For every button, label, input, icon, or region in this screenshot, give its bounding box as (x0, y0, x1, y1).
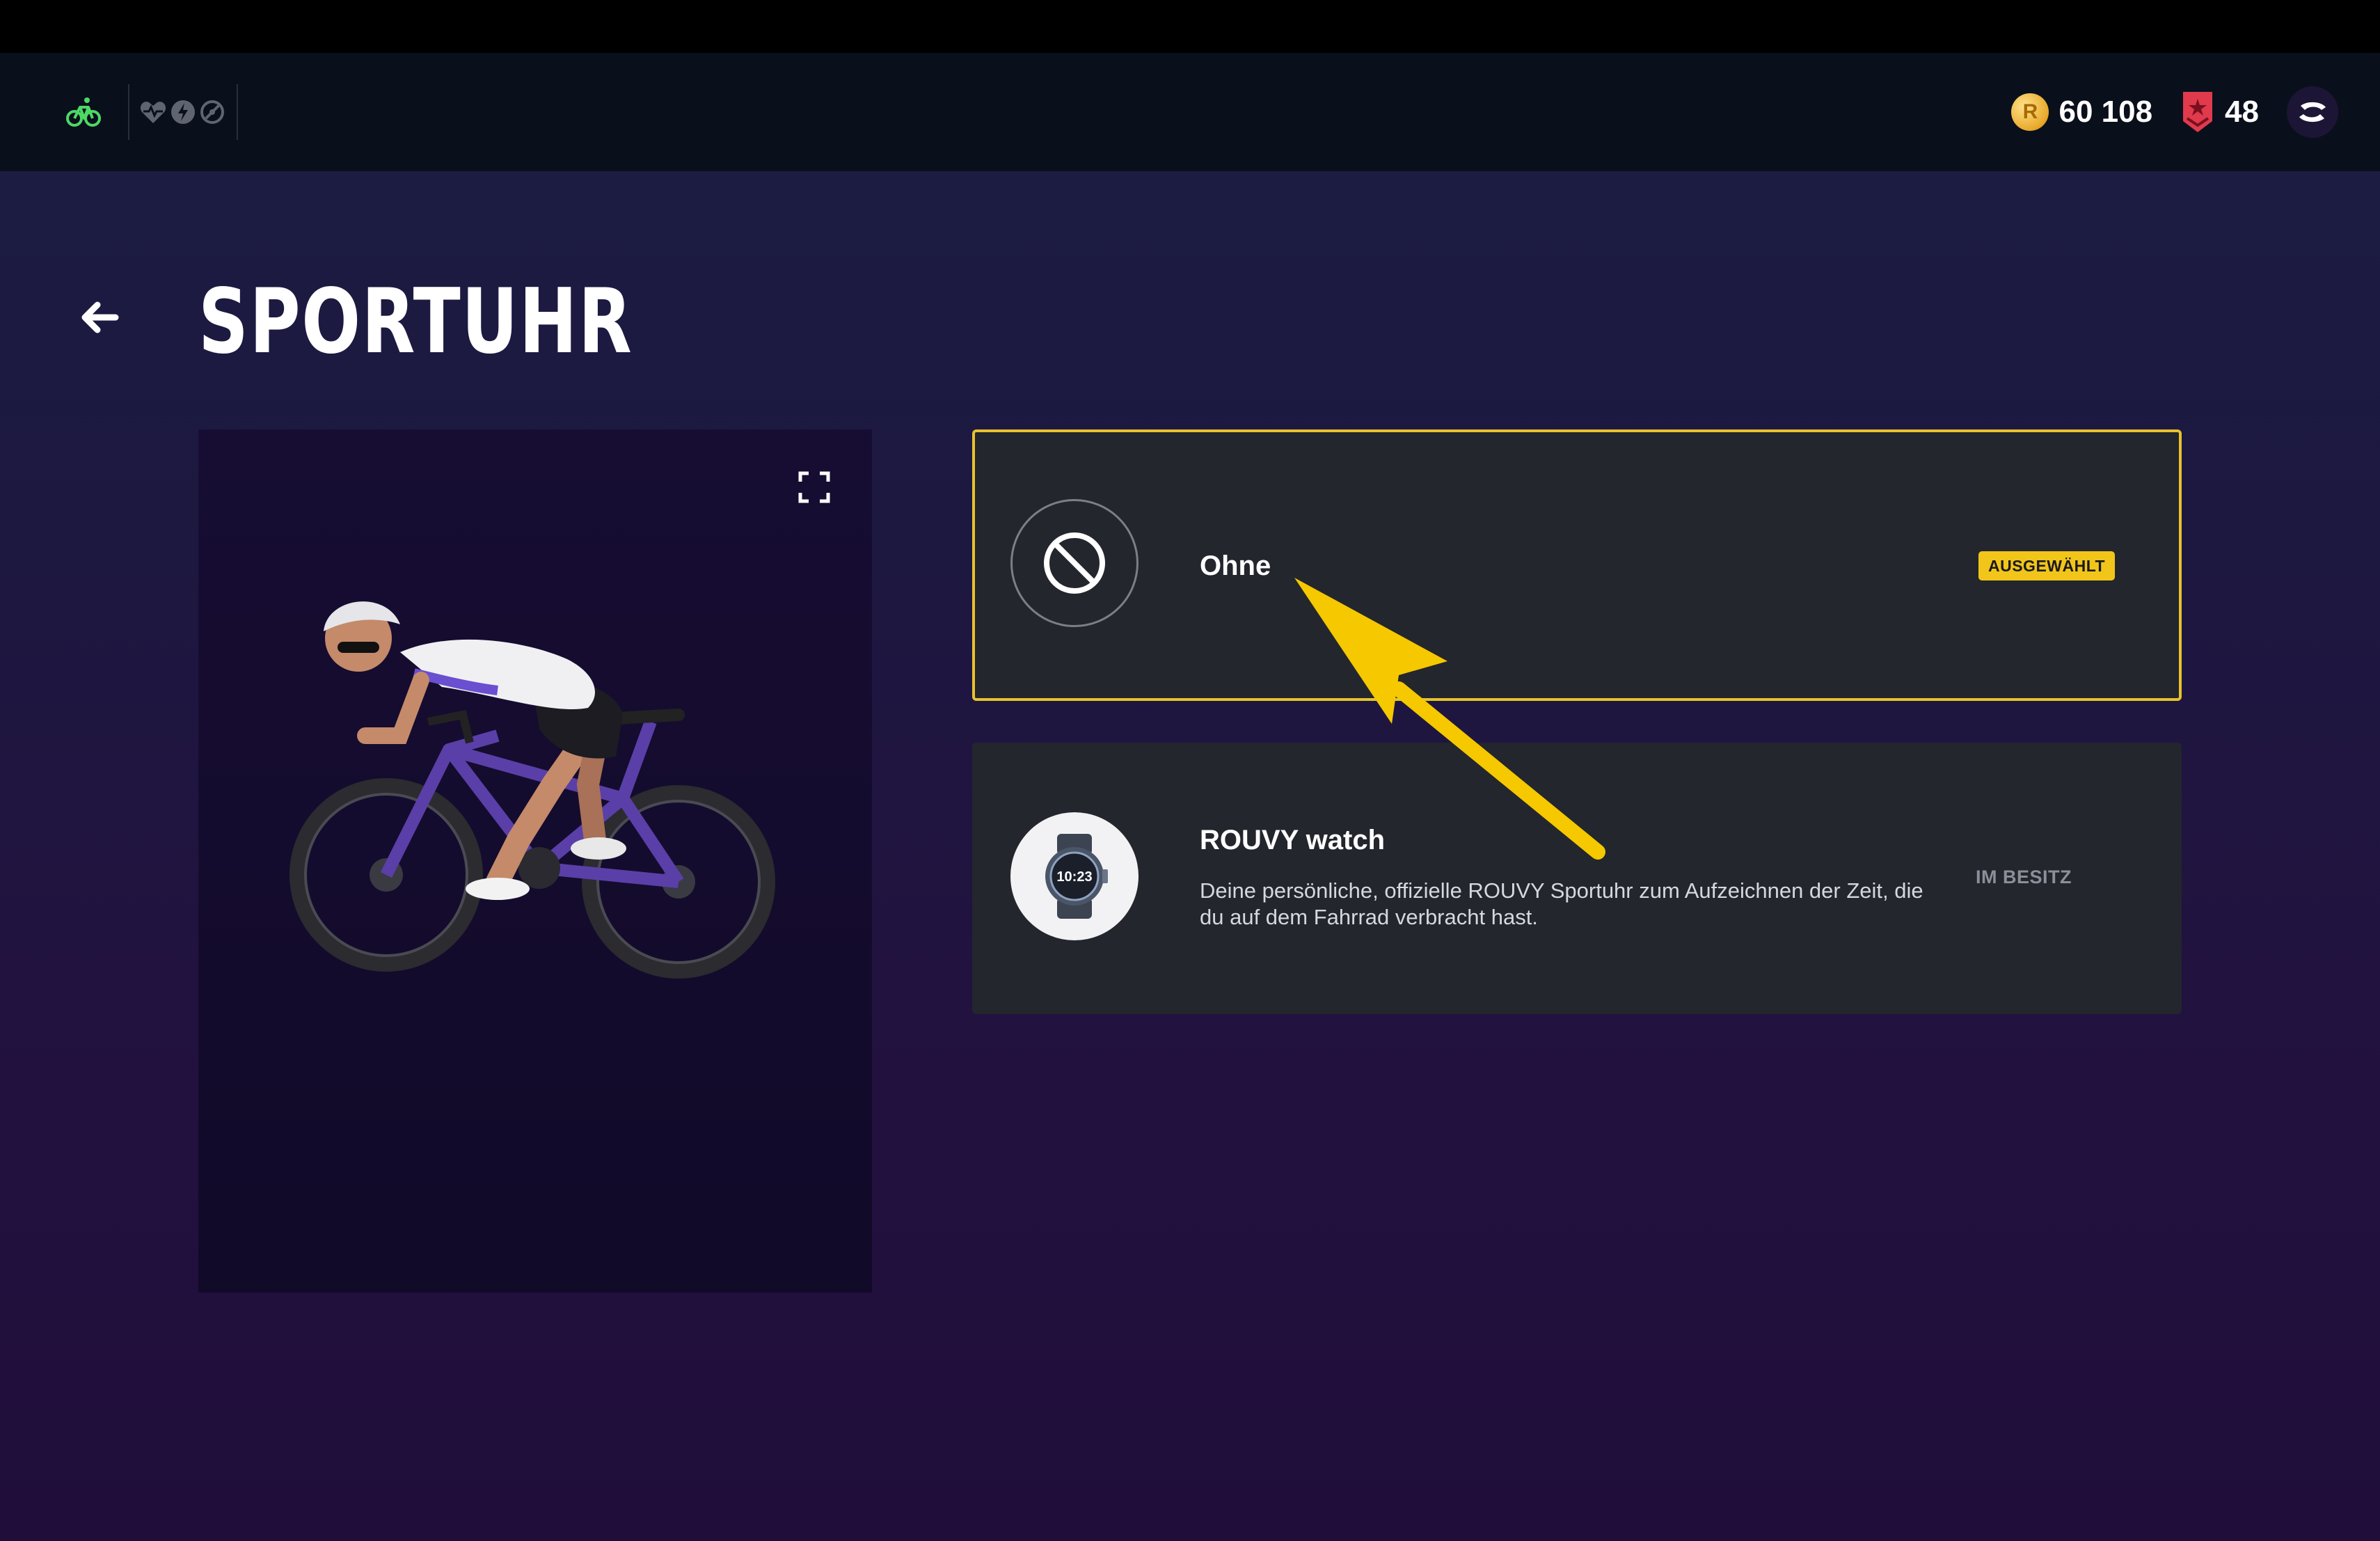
wallet-group: R 60 108 48 (2011, 53, 2338, 171)
watch-icon: 10:23 (1010, 812, 1139, 940)
coins-value: 60 108 (2058, 95, 2153, 129)
level-value: 48 (2225, 95, 2259, 129)
cyclist-avatar (289, 601, 775, 979)
cadence-icon (200, 100, 224, 124)
bike-icon[interactable] (49, 77, 118, 147)
rouvy-logo-icon (2299, 102, 2326, 123)
watch-face-time: 10:23 (1056, 869, 1092, 885)
divider (128, 84, 129, 140)
owned-badge: IM BESITZ (1976, 867, 2072, 887)
option-description: Deine persönliche, offizielle ROUVY Spor… (1200, 878, 1923, 929)
profile-logo-button[interactable] (2287, 86, 2338, 138)
page-title: SPORTUHR (198, 270, 633, 374)
selected-badge: AUSGEWÄHLT (1978, 551, 2116, 580)
sensor-status-icons[interactable] (139, 99, 227, 125)
level-counter[interactable]: 48 (2180, 90, 2259, 134)
coins-counter[interactable]: R 60 108 (2011, 93, 2152, 131)
coin-icon: R (2011, 93, 2049, 131)
sensor-group (49, 53, 248, 171)
option-title: Ohne (1200, 551, 1271, 581)
avatar-preview (198, 429, 872, 1293)
divider (237, 84, 238, 140)
fullscreen-icon[interactable] (798, 471, 830, 503)
pointer-arrow (1294, 578, 1605, 860)
none-icon (1010, 499, 1139, 627)
heart-rate-icon (140, 102, 166, 123)
power-icon (171, 100, 195, 124)
rank-badge-icon (2183, 92, 2213, 132)
top-bar: R 60 108 48 (0, 53, 2380, 171)
back-arrow-icon[interactable] (75, 292, 125, 342)
system-status-strip (0, 0, 2380, 53)
